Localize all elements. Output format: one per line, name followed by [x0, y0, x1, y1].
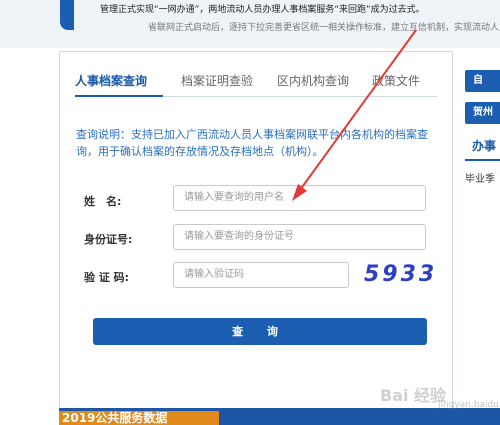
- watermark-logo: Bai 经验: [380, 386, 447, 405]
- right-news-item[interactable]: 毕业季: [465, 170, 500, 185]
- captcha-input[interactable]: 请输入验证码: [173, 262, 349, 288]
- active-tab-underline: [75, 95, 163, 97]
- right-section-heading: 办事: [472, 139, 497, 153]
- tab-archive-certificate-check[interactable]: 档案证明查验: [181, 72, 253, 89]
- query-description: 查询说明：支持已加入广西流动人员人事档案网联平台内各机构的档案查询，用于确认档案…: [76, 128, 428, 158]
- captcha-image[interactable]: 5933: [364, 262, 437, 287]
- name-input[interactable]: 请输入要查询的用户名: [173, 185, 426, 211]
- tab-personnel-archive-query[interactable]: 人事档案查询: [75, 72, 147, 89]
- bottom-banner-title: 2019公共服务数据: [62, 411, 168, 425]
- notice-line-2: 省联网正式启动后，逐持下拉完善更省区统一相关操作标准，建立互信机制，实现流动人员…: [148, 23, 500, 32]
- tab-bar: 人事档案查询 档案证明查验 区内机构查询 政策文件: [75, 68, 437, 97]
- id-number-input[interactable]: 请输入要查询的身份证号: [173, 224, 426, 250]
- banner-edge: [60, 0, 74, 30]
- query-button[interactable]: 查 询: [93, 318, 427, 345]
- tab-district-institution-query[interactable]: 区内机构查询: [277, 72, 349, 89]
- name-label: 姓 名:: [84, 195, 122, 208]
- tab-policy-documents[interactable]: 政策文件: [372, 72, 420, 89]
- right-nav-button-1[interactable]: 自: [465, 70, 500, 92]
- id-number-label: 身份证号:: [84, 233, 133, 246]
- watermark-url: jingyan.baidu.com: [438, 400, 500, 410]
- notice-line-1: 管理正式实现“一网办通”，两地流动人员办理人事档案服务“来回跑”成为过去式。: [100, 5, 425, 15]
- right-heading-rule: [465, 159, 500, 161]
- right-nav-button-2[interactable]: 贺州: [465, 102, 500, 124]
- captcha-label: 验 证 码:: [84, 271, 130, 284]
